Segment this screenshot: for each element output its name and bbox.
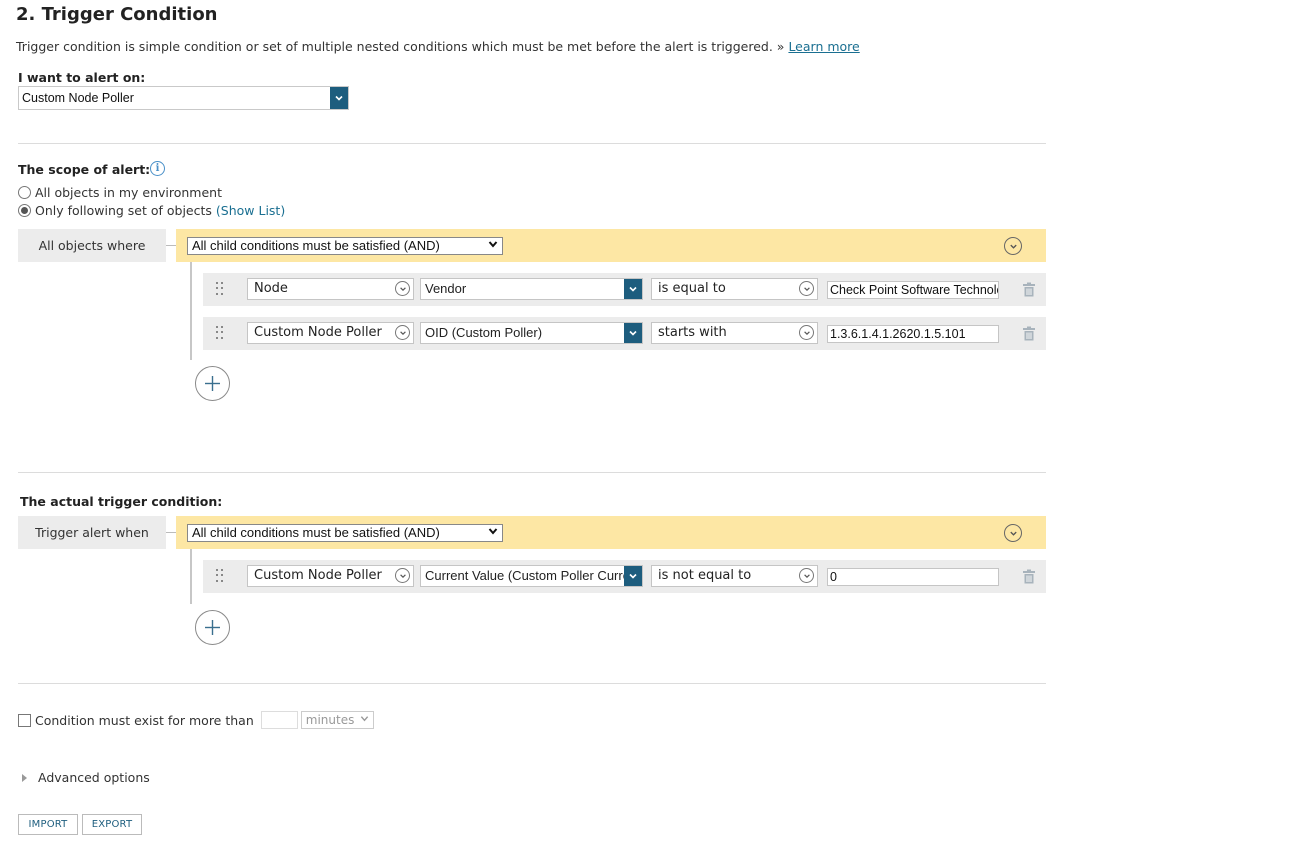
drag-handle-icon[interactable] <box>216 282 224 296</box>
learn-more-link[interactable]: Learn more <box>788 39 859 54</box>
condition-operator-value: is equal to <box>658 281 726 296</box>
import-button[interactable]: IMPORT <box>18 814 78 835</box>
chevron-down-icon <box>799 325 814 340</box>
scope-label: The scope of alert: <box>18 162 151 177</box>
description-text: Trigger condition is simple condition or… <box>16 39 785 54</box>
duration-unit-value: minutes <box>305 713 355 727</box>
expand-triangle-icon <box>22 773 27 782</box>
condition-value-input[interactable]: 1.3.6.1.4.1.2620.1.5.101 <box>827 325 999 343</box>
duration-checkbox[interactable] <box>18 713 31 727</box>
radio-button[interactable] <box>18 186 31 199</box>
caret-down-icon <box>488 239 498 255</box>
condition-object-value: Custom Node Poller <box>254 568 382 583</box>
trigger-group-operator-select[interactable]: All child conditions must be satisfied (… <box>187 524 503 542</box>
condition-object-value: Custom Node Poller <box>254 325 382 340</box>
alert-on-value: Custom Node Poller <box>22 91 134 105</box>
condition-row: Node Vendor is equal to Check Point Soft… <box>203 273 1046 306</box>
chevron-down-icon <box>624 323 642 343</box>
connector-line <box>166 532 176 533</box>
trash-icon[interactable] <box>1022 326 1036 341</box>
condition-field-value: Vendor <box>425 281 467 296</box>
caret-down-icon <box>360 716 368 722</box>
duration-input[interactable] <box>260 711 298 729</box>
collapse-group-icon[interactable] <box>1004 237 1022 255</box>
condition-row: Custom Node Poller Current Value (Custom… <box>203 560 1046 593</box>
plus-icon <box>205 376 220 391</box>
collapse-group-icon[interactable] <box>1004 524 1022 542</box>
condition-row: Custom Node Poller OID (Custom Poller) s… <box>203 317 1046 350</box>
condition-operator-value: is not equal to <box>658 568 752 583</box>
info-icon[interactable]: i <box>150 161 165 176</box>
radio-all-objects[interactable]: All objects in my environment <box>18 185 222 200</box>
chevron-down-icon <box>624 566 642 586</box>
condition-object-value: Node <box>254 281 288 296</box>
condition-field-value: Current Value (Custom Poller Current Val… <box>425 568 642 583</box>
radio-button-checked[interactable] <box>18 204 31 217</box>
divider <box>18 472 1046 473</box>
duration-label: Condition must exist for more than <box>35 712 254 728</box>
connector-line <box>166 245 176 246</box>
condition-field-value: OID (Custom Poller) <box>425 325 543 340</box>
trash-icon[interactable] <box>1022 282 1036 297</box>
plus-icon <box>205 620 220 635</box>
show-list-link[interactable]: (Show List) <box>216 203 285 218</box>
condition-value-input[interactable]: 0 <box>827 568 999 586</box>
section-title: 2. Trigger Condition <box>16 4 218 25</box>
condition-operator-value: starts with <box>658 325 727 340</box>
section-description: Trigger condition is simple condition or… <box>16 39 860 54</box>
radio-following-objects[interactable]: Only following set of objects (Show List… <box>18 203 285 218</box>
duration-row: Condition must exist for more than minut… <box>18 711 374 729</box>
drag-handle-icon[interactable] <box>216 569 224 583</box>
condition-object-select[interactable]: Custom Node Poller <box>247 322 414 344</box>
scope-group-operator-select[interactable]: All child conditions must be satisfied (… <box>187 237 503 255</box>
trigger-group-operator-value: All child conditions must be satisfied (… <box>192 525 440 540</box>
tree-line <box>190 549 192 604</box>
condition-value-input[interactable]: Check Point Software Technologies <box>827 281 999 299</box>
export-button[interactable]: EXPORT <box>82 814 142 835</box>
scope-group-bar: All child conditions must be satisfied (… <box>176 229 1046 262</box>
condition-field-select[interactable]: Vendor <box>420 278 643 300</box>
chevron-down-icon <box>624 279 642 299</box>
scope-group-operator-value: All child conditions must be satisfied (… <box>192 238 440 253</box>
advanced-options-label: Advanced options <box>38 770 150 785</box>
condition-object-select[interactable]: Custom Node Poller <box>247 565 414 587</box>
alert-on-label: I want to alert on: <box>18 70 146 85</box>
condition-operator-select[interactable]: is not equal to <box>651 565 818 587</box>
condition-object-select[interactable]: Node <box>247 278 414 300</box>
condition-operator-select[interactable]: starts with <box>651 322 818 344</box>
trash-icon[interactable] <box>1022 569 1036 584</box>
trigger-group-label: Trigger alert when <box>18 516 166 549</box>
caret-down-icon <box>488 526 498 542</box>
trigger-group-bar: All child conditions must be satisfied (… <box>176 516 1046 549</box>
add-condition-button[interactable] <box>195 366 230 401</box>
chevron-down-icon <box>395 568 410 583</box>
chevron-down-icon[interactable] <box>330 87 348 109</box>
condition-operator-select[interactable]: is equal to <box>651 278 818 300</box>
condition-field-select[interactable]: Current Value (Custom Poller Current Val… <box>420 565 643 587</box>
chevron-down-icon <box>799 281 814 296</box>
condition-field-select[interactable]: OID (Custom Poller) <box>420 322 643 344</box>
trigger-label: The actual trigger condition: <box>20 494 223 509</box>
add-condition-button[interactable] <box>195 610 230 645</box>
chevron-down-icon <box>395 325 410 340</box>
divider <box>18 683 1046 684</box>
duration-unit-select[interactable]: minutes <box>300 711 374 729</box>
scope-group-label: All objects where <box>18 229 166 262</box>
divider <box>18 143 1046 144</box>
advanced-options-toggle[interactable]: Advanced options <box>22 770 150 785</box>
tree-line <box>190 262 192 360</box>
radio-following-label: Only following set of objects <box>35 203 212 218</box>
drag-handle-icon[interactable] <box>216 326 224 340</box>
alert-on-select[interactable]: Custom Node Poller <box>18 86 349 110</box>
radio-all-label: All objects in my environment <box>35 185 222 200</box>
chevron-down-icon <box>799 568 814 583</box>
chevron-down-icon <box>395 281 410 296</box>
